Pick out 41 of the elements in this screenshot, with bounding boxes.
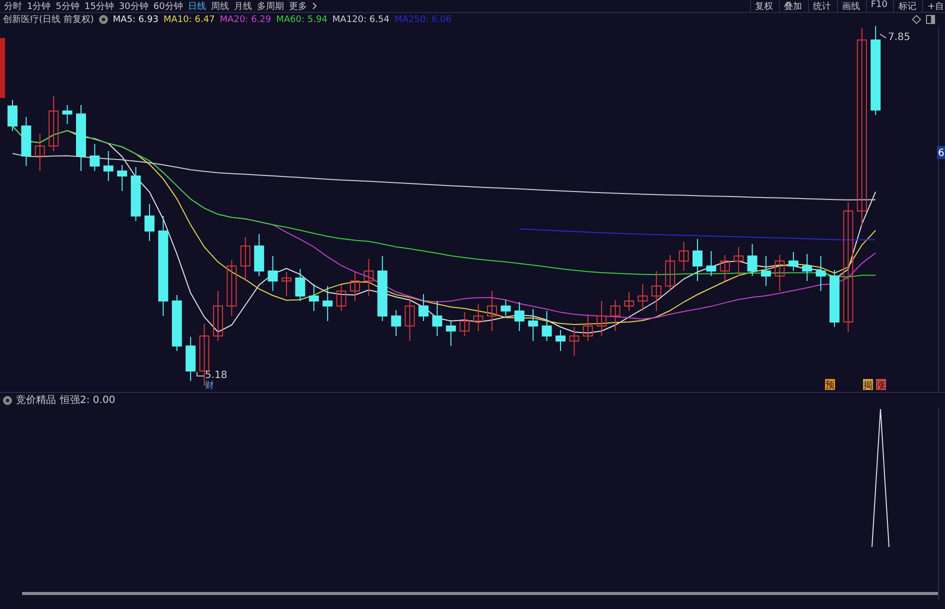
chevron-icon[interactable] (312, 2, 317, 10)
axis-price-label: 6. (937, 146, 945, 159)
toolbar-button[interactable]: 标记 (893, 0, 916, 12)
toolbar-button[interactable]: 统计 (808, 0, 831, 12)
period-tab[interactable]: 15分钟 (84, 0, 114, 12)
period-tab[interactable]: 5分钟 (56, 0, 80, 12)
toolbar-button[interactable]: F10 (866, 0, 888, 12)
settings-icon[interactable] (98, 15, 108, 24)
moving-average-value: MA5: 6.93 (112, 14, 158, 24)
period-tab[interactable]: 分时 (4, 0, 22, 12)
low-price-label: 5.18 (196, 370, 228, 381)
indicator-title: 竞价精品 (16, 394, 56, 407)
period-tab[interactable]: 日线 (188, 0, 206, 12)
toolbar-button[interactable]: 叠加 (778, 0, 802, 12)
moving-average-value: MA250: 6.06 (394, 14, 452, 24)
period-tab[interactable]: 月线 (234, 0, 252, 12)
period-tab[interactable]: 1分钟 (27, 0, 51, 12)
event-marker: 财 (205, 381, 214, 391)
moving-average-value: MA20: 6.29 (220, 14, 272, 24)
diamond-icon[interactable] (912, 15, 921, 24)
scroll-bar[interactable] (22, 592, 938, 595)
price-bar-marker (0, 38, 5, 98)
signal-marker: 预 (825, 379, 835, 391)
stock-title: 创新医疗(日线 前复权) (3, 14, 94, 26)
toolbar-button[interactable]: 画线 (836, 0, 860, 12)
period-tab[interactable]: 60分钟 (153, 0, 183, 12)
toolbar-button[interactable]: +自 (922, 0, 944, 12)
high-price-label: 7.85 (880, 32, 910, 43)
indicator-reading: 恒强2: 0.00 (60, 394, 116, 407)
period-tab[interactable]: 周线 (210, 0, 229, 12)
moving-average-value: MA120: 6.54 (332, 14, 390, 24)
moving-average-value: MA10: 6.47 (163, 14, 215, 24)
signal-marker: 涨 (876, 379, 886, 391)
period-tab[interactable]: 30分钟 (118, 0, 148, 12)
period-tab[interactable]: 更多 (288, 0, 307, 12)
period-tab[interactable]: 多周期 (256, 0, 284, 12)
panel-icon[interactable] (926, 15, 935, 24)
moving-average-value: MA60: 5.94 (276, 14, 328, 24)
toolbar-button[interactable]: 复权 (750, 0, 773, 12)
settings-icon[interactable] (3, 396, 12, 404)
signal-marker: 揭 (863, 379, 873, 391)
